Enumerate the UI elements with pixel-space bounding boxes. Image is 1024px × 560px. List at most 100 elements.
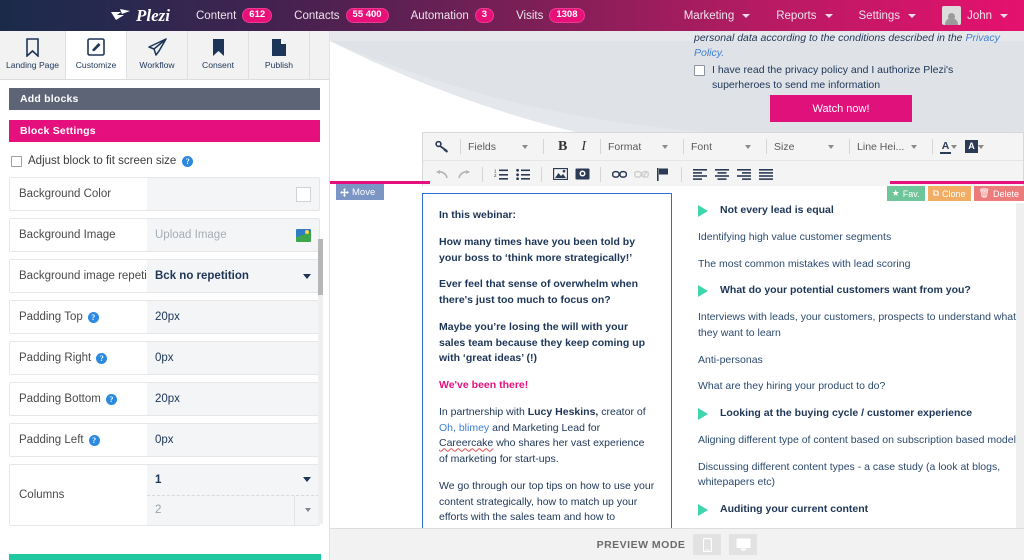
ordered-list-icon[interactable]: 12 (490, 168, 512, 180)
consent-checkbox-row[interactable]: I have read the privacy policy and I aut… (694, 63, 1014, 93)
flag-icon[interactable] (652, 167, 674, 181)
nav-item-content[interactable]: Content 612 (196, 8, 273, 23)
rte-size-dropdown-label[interactable]: Size (774, 141, 828, 153)
media-icon[interactable] (571, 168, 593, 180)
agenda-item: What are they hiring your product to do? (698, 380, 886, 393)
document-icon (271, 36, 287, 58)
favorite-block-button[interactable]: ★ Fav. (886, 186, 925, 201)
background-color-value[interactable] (147, 178, 319, 210)
watch-now-button[interactable]: Watch now! (770, 95, 912, 122)
link-chain-icon[interactable] (431, 140, 453, 153)
unordered-list-icon[interactable] (512, 168, 534, 180)
top-navigation-bar: Plezi Content 612 Contacts 55 400 Automa… (0, 0, 1024, 31)
field-padding-right[interactable]: Padding Right ? 0px (9, 341, 320, 375)
sidebar-scrollbar[interactable] (318, 239, 323, 524)
help-icon[interactable]: ? (87, 311, 99, 323)
consent-checkbox[interactable] (694, 65, 705, 76)
nav-item-automation[interactable]: Automation 3 (411, 8, 495, 23)
tab-consent-label: Consent (201, 60, 234, 70)
chevron-down-icon (305, 508, 311, 513)
nav-primary-links: Content 612 Contacts 55 400 Automation 3… (196, 8, 585, 23)
nav-item-visits[interactable]: Visits 1308 (516, 8, 585, 23)
field-padding-bottom[interactable]: Padding Bottom ? 20px (9, 382, 320, 416)
background-repetition-select[interactable]: Bck no repetition (147, 260, 319, 292)
field-padding-top[interactable]: Padding Top ? 20px (9, 300, 320, 334)
delete-block-button[interactable]: 🗑 Delete (973, 186, 1024, 201)
adjust-block-checkbox[interactable] (11, 155, 22, 167)
tab-workflow-label: Workflow (139, 60, 175, 70)
tab-workflow[interactable]: Workflow (127, 31, 188, 79)
help-icon[interactable]: ? (182, 155, 194, 167)
nav-item-reports-label: Reports (776, 9, 817, 22)
desktop-preview-button[interactable] (729, 534, 758, 555)
agenda-list[interactable]: Not every lead is equal Identifying high… (698, 203, 1024, 529)
nav-item-contacts[interactable]: Contacts 55 400 (294, 8, 389, 23)
tab-landing-page[interactable]: Landing Page (0, 31, 66, 79)
chevron-down-icon (911, 144, 918, 149)
editor-tabs: Landing Page Customize Workflow Consent (0, 31, 329, 80)
block-paragraph-highlight: We've been there! (439, 379, 529, 391)
padding-left-input[interactable]: 0px (147, 424, 319, 456)
undo-icon[interactable] (431, 169, 453, 180)
link-icon[interactable] (608, 170, 630, 179)
block-settings-label: Block Settings (20, 125, 96, 137)
nav-item-reports[interactable]: Reports (776, 9, 833, 22)
block-settings-header[interactable]: Block Settings (9, 120, 320, 142)
canvas-scrollbar[interactable] (1016, 203, 1024, 559)
background-repetition-value: Bck no repetition (155, 270, 249, 282)
nav-item-contacts-badge: 55 400 (345, 8, 389, 23)
padding-bottom-input[interactable]: 20px (147, 383, 319, 415)
agenda-heading-label: Not every lead is equal (720, 204, 834, 216)
adjust-block-checkbox-row[interactable]: Adjust block to fit screen size ? (11, 155, 320, 167)
columns-count-select[interactable]: 1 (147, 465, 319, 495)
image-upload-icon[interactable] (296, 228, 311, 242)
align-right-icon[interactable] (733, 168, 755, 180)
field-label: Background Color (10, 178, 147, 210)
nav-item-visits-label: Visits (516, 9, 544, 22)
partnership-mid: creator of (598, 405, 646, 418)
privacy-notice-body: personal data according to the condition… (694, 32, 966, 44)
background-image-input[interactable]: Upload Image (147, 219, 319, 251)
field-background-color[interactable]: Background Color (9, 177, 320, 211)
field-columns[interactable]: Columns 1 2 (9, 464, 320, 526)
color-swatch-icon[interactable] (296, 186, 311, 202)
field-padding-left[interactable]: Padding Left ? 0px (9, 423, 320, 457)
redo-icon[interactable] (453, 169, 475, 180)
columns-layout-select[interactable]: 2 (147, 494, 319, 525)
pencil-square-icon (87, 36, 105, 58)
nav-item-settings[interactable]: Settings (859, 10, 917, 22)
editable-text-block[interactable]: In this webinar: How many times have you… (422, 193, 672, 555)
rte-text-color-button[interactable]: A (940, 140, 952, 154)
help-icon[interactable]: ? (96, 352, 108, 364)
user-menu[interactable]: John (942, 6, 1008, 25)
agenda-heading: Not every lead is equal (698, 203, 1024, 219)
tab-consent[interactable]: Consent (188, 31, 249, 79)
field-background-image[interactable]: Background Image Upload Image (9, 218, 320, 252)
rte-italic-button[interactable]: I (574, 139, 593, 155)
clone-block-button[interactable]: ⧉ Clone (927, 186, 971, 201)
field-background-repetition[interactable]: Background image repetition Bck no repet… (9, 259, 320, 293)
add-blocks-header[interactable]: Add blocks (9, 88, 320, 110)
rte-lineheight-dropdown-label[interactable]: Line Hei... (857, 141, 911, 153)
help-icon[interactable]: ? (88, 434, 100, 446)
rte-font-dropdown-label[interactable]: Font (691, 141, 745, 153)
align-justify-icon[interactable] (755, 168, 777, 180)
rte-bold-button[interactable]: B (551, 139, 574, 155)
padding-right-input[interactable]: 0px (147, 342, 319, 374)
tab-publish[interactable]: Publish (249, 31, 310, 79)
image-icon[interactable] (549, 168, 571, 180)
nav-item-marketing[interactable]: Marketing (684, 10, 751, 22)
rte-format-dropdown-label[interactable]: Format (608, 141, 662, 153)
oh-blimey-link[interactable]: Oh, blimey (439, 422, 489, 434)
rte-fields-dropdown-label[interactable]: Fields (468, 141, 522, 153)
move-block-handle[interactable]: Move (336, 184, 384, 200)
align-center-icon[interactable] (711, 168, 733, 180)
help-icon[interactable]: ? (105, 393, 117, 405)
mobile-preview-button[interactable] (693, 534, 722, 555)
rte-highlight-color-button[interactable]: A (965, 140, 979, 153)
tab-customize[interactable]: Customize (66, 31, 127, 79)
plezi-logo[interactable]: Plezi (110, 6, 170, 26)
chevron-down-icon (303, 273, 311, 279)
padding-top-input[interactable]: 20px (147, 301, 319, 333)
align-left-icon[interactable] (689, 168, 711, 180)
